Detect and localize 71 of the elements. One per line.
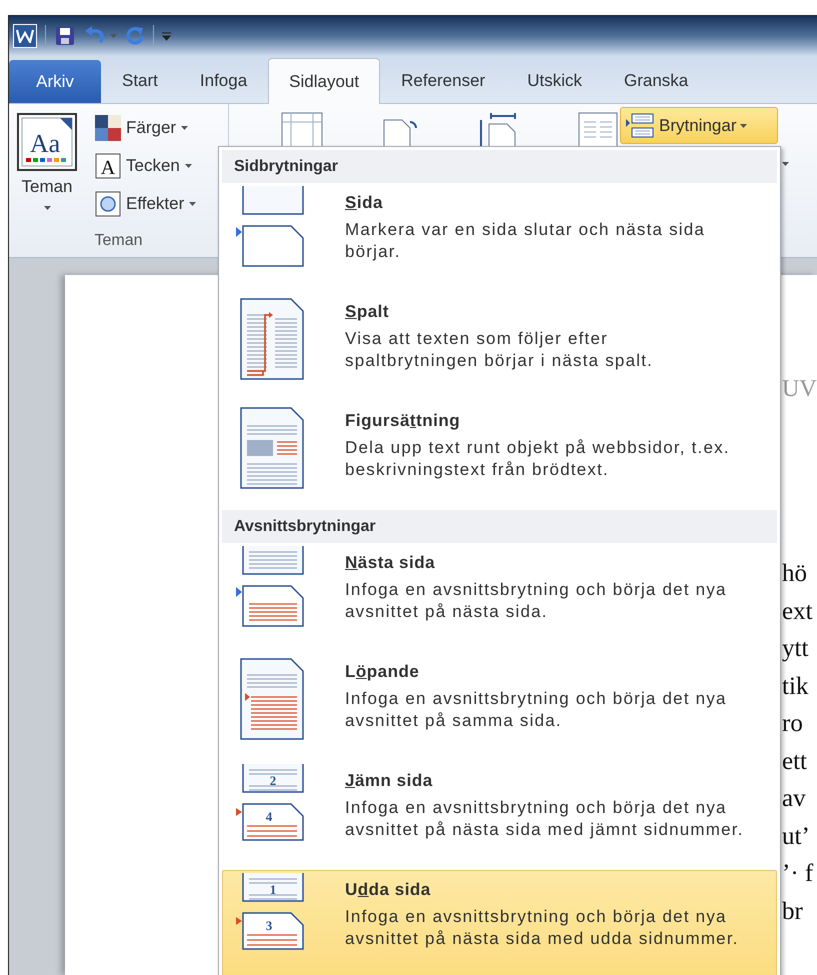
- document-text-line: ett: [782, 746, 807, 776]
- breaks-button[interactable]: Brytningar: [620, 107, 778, 144]
- page-icon: [242, 873, 304, 902]
- word-app-icon[interactable]: [13, 24, 37, 48]
- document-text-line: ext: [782, 596, 813, 626]
- menu-item-description: Infoga en avsnittsbrytning och börja det nya avsnittet på nästa sida med udda sidnummer.: [345, 906, 739, 950]
- page-with-marker-icon: [236, 803, 304, 841]
- document-text-line: br: [782, 896, 803, 926]
- menu-item-description: Infoga en avsnittsbrytning och börja det nya avsnittet på nästa sida med jämnt sidnummer.: [345, 796, 744, 840]
- document-text-line: hö: [782, 559, 807, 589]
- menu-item-description: Dela upp text runt objekt på webbsidor, t.ex. beskrivningstext från brödtext.: [345, 436, 730, 480]
- menu-item[interactable]: Sida Markera var en sida slutar och nästa sida börjar.: [222, 183, 777, 292]
- ribbon-tab[interactable]: Sidlayout: [268, 58, 380, 104]
- menu-item-title: Jämn sida: [345, 770, 434, 792]
- document-text-line: ro: [782, 709, 803, 739]
- page-with-marker-icon: [236, 912, 304, 950]
- caret-icon: [782, 162, 789, 166]
- document-heading-text: UV: [782, 375, 817, 403]
- document-text-line: ut’: [782, 822, 810, 852]
- ribbon-tab[interactable]: Referenser: [387, 58, 500, 103]
- ribbon-tab[interactable]: Infoga: [186, 58, 262, 103]
- redo-icon[interactable]: [125, 26, 145, 46]
- page-number: 4: [266, 809, 272, 824]
- caret-icon: [110, 34, 117, 38]
- group-label: Teman: [93, 231, 144, 251]
- menu-item[interactable]: Löpande Infoga en avsnittsbrytning och börja det nya avsnittet på samma sida.: [222, 652, 777, 761]
- ribbon-tab[interactable]: Start: [108, 58, 172, 103]
- caret-icon: [189, 202, 196, 206]
- themes-icon: Aa: [16, 112, 78, 172]
- letter-a-icon: A: [95, 153, 121, 179]
- menu-item-title: Sida: [345, 192, 384, 214]
- theme-option-button[interactable]: Färger: [95, 112, 196, 144]
- color-squares-icon: [95, 115, 121, 141]
- menu-item[interactable]: Spalt Visa att texten som följer efter spaltbrytningen börjar i nästa spalt.: [222, 292, 777, 401]
- caret-icon: [740, 124, 748, 128]
- menu-item-title: Spalt: [345, 301, 390, 323]
- menu-item[interactable]: Figursättning Dela upp text runt objekt på webbsidor, t.ex. beskrivningstext från brödtext.: [222, 401, 777, 510]
- file-tab[interactable]: Arkiv: [9, 60, 101, 103]
- menu-item-description: Markera var en sida slutar och nästa sida börjar.: [345, 218, 706, 262]
- themes-button[interactable]: Aa Teman: [9, 112, 85, 229]
- page-number: 2: [270, 773, 276, 788]
- customize-toolbar-icon[interactable]: [162, 32, 171, 40]
- menu-item[interactable]: 1 3 Udda sida Infoga en avsnittsbrytning och börja det nya avsnittet på nästa sida med udda sidnummer.: [222, 870, 777, 975]
- caret-icon: [184, 164, 192, 168]
- breaks-icon: [625, 112, 655, 138]
- theme-option-button[interactable]: A Tecken: [95, 150, 196, 182]
- page-icon: [242, 764, 304, 793]
- caret-icon: [181, 126, 188, 130]
- menu-section-header: Sidbrytningar: [222, 150, 777, 183]
- menu-item-title: Udda sida: [345, 879, 432, 901]
- ribbon-tab[interactable]: Granska: [610, 58, 702, 103]
- undo-icon[interactable]: [84, 26, 106, 46]
- page-number: 1: [270, 882, 276, 897]
- document-text-line: av: [782, 784, 806, 814]
- caret-icon: [44, 206, 50, 210]
- document-text-line: ytt: [782, 634, 808, 664]
- menu-item-description: Visa att texten som följer efter spaltbrytningen börjar i nästa spalt.: [345, 328, 654, 372]
- page-number: 3: [266, 918, 272, 933]
- ribbon-tab[interactable]: Utskick: [513, 58, 596, 103]
- theme-option-button[interactable]: Effekter: [95, 188, 196, 220]
- menu-item-description: Infoga en avsnittsbrytning och börja det nya avsnittet på samma sida.: [345, 688, 727, 732]
- document-text-line: ’· f: [782, 859, 814, 889]
- document-text-line: tik: [782, 672, 808, 702]
- save-icon[interactable]: [54, 25, 76, 47]
- menu-section-header: Avsnittsbrytningar: [222, 510, 777, 543]
- menu-item-title: Nästa sida: [345, 552, 436, 574]
- menu-item-title: Löpande: [345, 661, 420, 683]
- menu-item-title: Figursättning: [345, 410, 462, 432]
- menu-item[interactable]: Nästa sida Infoga en avsnittsbrytning och börja det nya avsnittet på nästa sida.: [222, 543, 777, 652]
- menu-item-description: Infoga en avsnittsbrytning och börja det nya avsnittet på nästa sida.: [345, 578, 727, 622]
- menu-item[interactable]: 2 4 Jämn sida Infoga en avsnittsbrytning och börja det nya avsnittet på nästa sida med jämnt sidnummer.: [222, 761, 777, 870]
